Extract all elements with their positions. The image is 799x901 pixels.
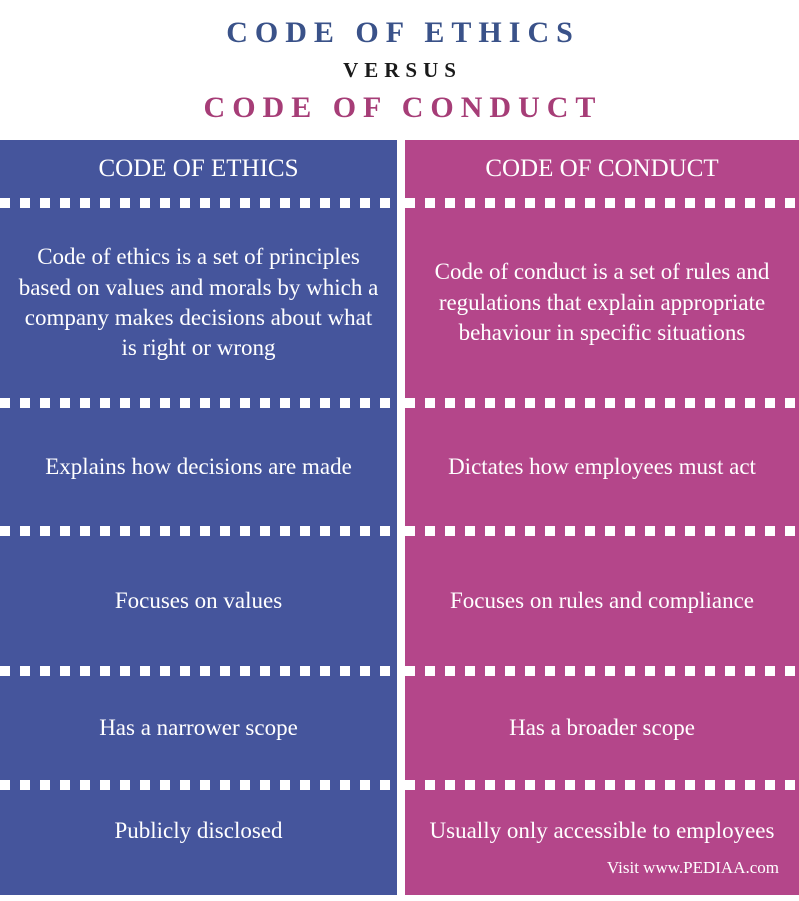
row-separator [0, 398, 397, 408]
title-versus-label: VERSUS [343, 57, 462, 82]
column-header-right: CODE OF CONDUCT [485, 155, 719, 182]
row-separator [0, 666, 397, 676]
table-cell: Explains how decisions are made [0, 408, 397, 526]
cell-text: Usually only accessible to employees [429, 818, 775, 843]
cell-text: Focuses on values [114, 587, 283, 613]
row-separator [405, 398, 799, 408]
comparison-table: CODE OF ETHICS Code of ethics is a set o… [0, 140, 799, 895]
cell-text: Code of ethics is a set of principles ba… [18, 244, 379, 361]
cell-text: Has a broader scope [509, 714, 695, 740]
cell-text: Explains how decisions are made [45, 453, 352, 479]
table-cell: Has a narrower scope [0, 676, 397, 780]
row-separator [0, 780, 397, 790]
table-cell: Publicly disclosed [0, 790, 397, 895]
cell-text: Publicly disclosed [114, 818, 283, 843]
table-cell: Has a broader scope [405, 676, 799, 780]
title-secondary-term: CODE OF CONDUCT [203, 91, 603, 124]
row-separator [405, 198, 799, 208]
row-separator [0, 526, 397, 536]
row-separator [405, 526, 799, 536]
column-header-left: CODE OF ETHICS [98, 155, 299, 182]
table-cell: Code of conduct is a set of rules and re… [405, 208, 799, 398]
source-attribution: Visit www.PEDIAA.com [606, 857, 779, 877]
column-divider [397, 140, 405, 895]
table-cell: Focuses on rules and compliance [405, 536, 799, 666]
title-primary-term: CODE OF ETHICS [226, 16, 580, 49]
bottom-margin [0, 895, 799, 901]
cell-text: Has a narrower scope [99, 714, 298, 740]
row-separator [0, 198, 397, 208]
comparison-column-code-of-ethics: CODE OF ETHICS Code of ethics is a set o… [0, 140, 397, 895]
table-cell: Usually only accessible to employees Vis… [405, 790, 799, 895]
comparison-column-code-of-conduct: CODE OF CONDUCT Code of conduct is a set… [405, 140, 799, 895]
title-block: CODE OF ETHICS VERSUS CODE OF CONDUCT [0, 0, 799, 140]
cell-text: Code of conduct is a set of rules and re… [434, 259, 770, 346]
cell-text: Focuses on rules and compliance [449, 587, 755, 613]
cell-text: Dictates how employees must act [448, 453, 756, 479]
row-separator [405, 780, 799, 790]
row-separator [405, 666, 799, 676]
table-cell: Code of ethics is a set of principles ba… [0, 208, 397, 398]
table-cell: Dictates how employees must act [405, 408, 799, 526]
table-cell: Focuses on values [0, 536, 397, 666]
